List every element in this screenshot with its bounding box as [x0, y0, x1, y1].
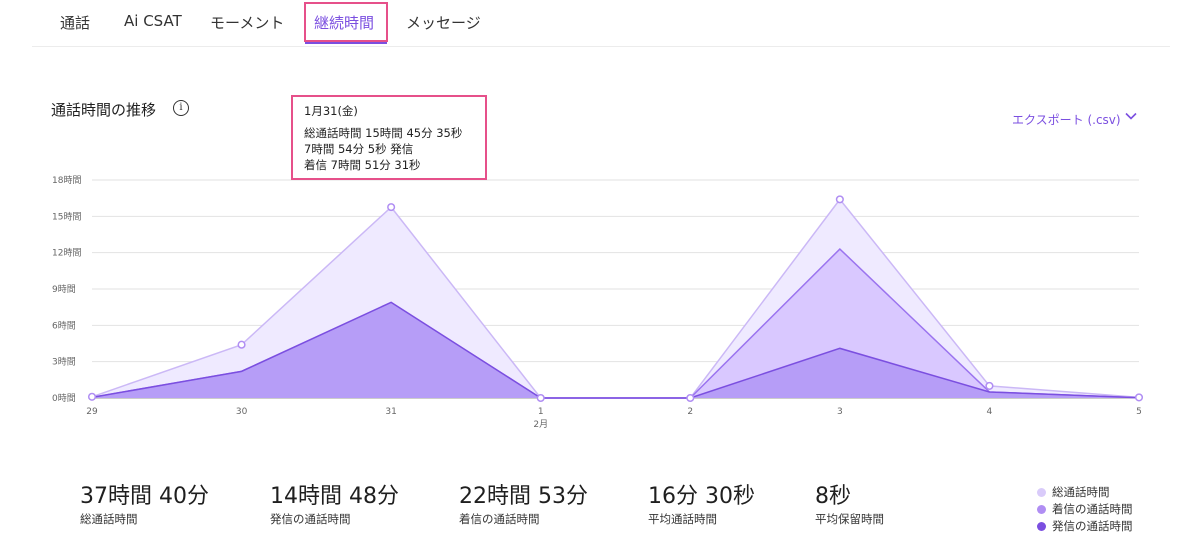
legend-label: 発信の通話時間: [1052, 519, 1133, 533]
y-tick-label: 3時間: [52, 357, 76, 368]
chart-tooltip: 1月31(金) 総通話時間 15時間 45分 35秒 7時間 54分 5秒 発信…: [291, 95, 487, 180]
y-tick-label: 15時間: [52, 211, 81, 222]
stat-outgoing-value: 14時間 48分: [270, 484, 399, 509]
duration-area-chart: 0時間 3時間 6時間 9時間 12時間 15時間 18時間 29 30 31 1 2月 2 3 4 5: [52, 175, 1144, 430]
legend-item-total: 総通話時間: [1037, 484, 1110, 500]
stat-incoming-value: 22時間 53分: [459, 484, 588, 509]
y-tick-label: 18時間: [52, 175, 81, 186]
stat-avg-hold-value: 8秒: [815, 484, 851, 509]
stat-avg-call-value: 16分 30秒: [648, 484, 755, 509]
legend-item-outgoing: 発信の通話時間: [1037, 518, 1133, 534]
stat-total-value: 37時間 40分: [80, 484, 209, 509]
data-point: [237, 340, 246, 349]
data-point: [87, 392, 97, 401]
legend-label: 着信の通話時間: [1052, 502, 1133, 516]
stat-outgoing-label: 発信の通話時間: [270, 512, 351, 526]
stat-avg-hold-label: 平均保留時間: [815, 512, 884, 526]
data-point: [835, 195, 844, 204]
x-tick-label: 3: [837, 407, 843, 417]
data-point: [686, 393, 695, 403]
legend-item-incoming: 着信の通話時間: [1037, 501, 1133, 517]
x-tick-label: 31: [385, 407, 396, 417]
data-point: [387, 203, 396, 212]
y-tick-label: 0時間: [52, 393, 76, 404]
tooltip-date: 1月31(金): [304, 104, 358, 118]
x-tick-label: 1: [538, 407, 544, 417]
stat-avg-call-label: 平均通話時間: [648, 512, 717, 526]
tooltip-incoming-line: 着信 7時間 51分 31秒: [304, 158, 421, 172]
y-tick-label: 12時間: [52, 248, 81, 259]
data-point: [1134, 393, 1144, 402]
stat-total-label: 総通話時間: [80, 512, 138, 526]
data-point: [536, 393, 545, 403]
tooltip-outgoing-line: 7時間 54分 5秒 発信: [304, 142, 414, 156]
y-tick-label: 9時間: [52, 284, 76, 295]
x-tick-label: 4: [987, 407, 993, 417]
x-tick-label: 29: [86, 407, 98, 417]
x-tick-label: 2: [687, 407, 693, 417]
legend-dot: [1037, 505, 1046, 514]
x-tick-label: 30: [236, 407, 248, 417]
x-tick-sublabel: 2月: [533, 419, 548, 430]
stat-incoming-label: 着信の通話時間: [459, 512, 540, 526]
y-tick-label: 6時間: [52, 320, 76, 331]
legend-label: 総通話時間: [1052, 485, 1110, 499]
legend-dot: [1037, 522, 1046, 531]
data-point: [985, 381, 994, 390]
x-tick-label: 5: [1136, 407, 1142, 417]
legend-dot: [1037, 488, 1046, 497]
tooltip-total-line: 総通話時間 15時間 45分 35秒: [304, 126, 463, 140]
